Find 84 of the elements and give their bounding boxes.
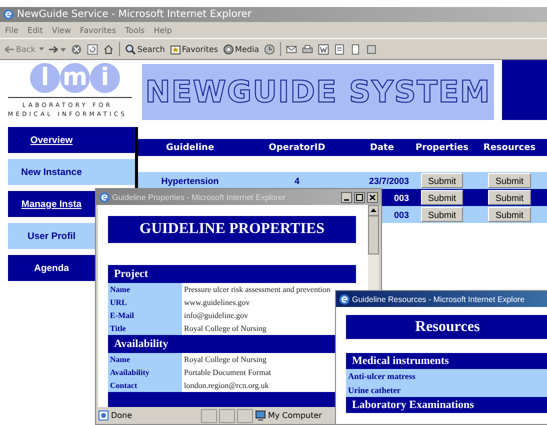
menu-item[interactable]: Help: [154, 26, 172, 34]
field-value: Pressure ulcer risk assessment and prevention: [183, 284, 330, 296]
table-cell: 23/7/2003: [368, 176, 409, 186]
nav-item[interactable]: Overview: [8, 127, 135, 153]
back-arrow-icon: [4, 44, 15, 54]
submit-button[interactable]: Submit: [488, 173, 530, 188]
submit-button[interactable]: Submit: [420, 207, 463, 222]
table-cell: 4: [294, 176, 300, 186]
search-icon: [125, 44, 136, 54]
table-cell: Hypertension: [161, 176, 219, 186]
section-header: Laboratory Examinations: [346, 397, 547, 413]
menu-item[interactable]: Favorites: [80, 26, 116, 34]
field-value: Royal College of Nursing: [183, 323, 266, 335]
status-text: Done: [111, 411, 134, 420]
page-icon[interactable]: [350, 44, 362, 54]
logo-letter: i: [90, 63, 120, 93]
maximize-button[interactable]: [354, 192, 365, 202]
column-header: OperatorID: [268, 142, 326, 152]
home-icon[interactable]: [103, 44, 114, 54]
field-value: london.region@rcn.org.uk: [183, 380, 269, 392]
field-label: Name: [108, 283, 182, 296]
column-header: Properties: [414, 142, 470, 152]
history-icon[interactable]: [264, 44, 276, 54]
table-cell: 003: [394, 210, 409, 220]
submit-button[interactable]: Submit: [488, 207, 530, 222]
column-header: Guideline: [164, 142, 216, 152]
disc-icon: [223, 44, 234, 54]
search-button[interactable]: Search: [125, 44, 165, 54]
status-panel: [219, 408, 235, 422]
field-label: Contact: [108, 379, 182, 392]
header-block: [502, 60, 547, 120]
column-header: Resources: [482, 142, 537, 152]
minimize-button[interactable]: [341, 192, 352, 202]
edit-icon[interactable]: [318, 44, 330, 54]
page-heading: Resources: [346, 315, 547, 339]
field-value: Portable Document Format: [183, 367, 272, 379]
section-header: Project: [108, 265, 356, 283]
field-label: Title: [108, 322, 182, 335]
browser-icon: [99, 192, 110, 202]
banner-title: NEWGUIDE SYSTEM: [145, 74, 491, 110]
mail-icon[interactable]: [286, 44, 298, 54]
book-icon[interactable]: [366, 44, 378, 54]
field-value: www.guidelines.gov: [183, 297, 250, 309]
menu-item[interactable]: File: [5, 26, 18, 34]
nav-item[interactable]: New Instance: [8, 159, 135, 185]
menu-item[interactable]: Edit: [27, 26, 43, 34]
logo-letter: l: [30, 63, 60, 93]
field-value: info@guideline.gov: [183, 310, 248, 322]
document-icon[interactable]: [334, 44, 346, 54]
submit-button[interactable]: Submit: [420, 173, 463, 188]
status-panel: [201, 408, 217, 422]
menu-item[interactable]: Tools: [125, 26, 145, 34]
field-label: E-Mail: [108, 309, 182, 322]
logo-letter: m: [60, 63, 90, 93]
close-button[interactable]: [367, 192, 378, 202]
status-panel: [237, 408, 253, 422]
star-folder-icon: [170, 44, 181, 54]
field-label: Availability: [108, 366, 182, 379]
print-icon[interactable]: [302, 44, 314, 54]
browser-icon: [339, 294, 350, 304]
section-header: Medical instruments: [346, 353, 547, 369]
caret-icon: [39, 47, 44, 51]
stop-icon[interactable]: [71, 44, 82, 54]
page-heading: GUIDELINE PROPERTIES: [108, 216, 356, 243]
field-label: Name: [108, 353, 182, 366]
resource-item: Urine catheter: [346, 383, 547, 397]
resource-item: Anti-ulcer matress: [346, 369, 547, 383]
forward-icon[interactable]: [49, 44, 66, 54]
zone-text: My Computer: [268, 411, 323, 420]
window-title: NewGuide Service - Microsoft Internet Explorer: [17, 9, 252, 20]
browser-icon: [3, 9, 14, 20]
field-label: URL: [108, 296, 182, 309]
submit-button[interactable]: Submit: [488, 190, 530, 205]
refresh-icon[interactable]: [87, 44, 98, 54]
page-status-icon: [98, 410, 109, 421]
media-button[interactable]: Media: [223, 44, 260, 54]
column-header: Date: [369, 142, 395, 152]
field-value: Royal College of Nursing: [183, 354, 266, 366]
computer-icon: [255, 410, 266, 421]
window-title: Guideline Resources - Microsoft Internet Explore: [352, 294, 526, 304]
table-cell: 003: [394, 192, 409, 202]
favorites-button[interactable]: Favorites: [170, 44, 218, 54]
submit-button[interactable]: Submit: [420, 190, 463, 205]
menu-item[interactable]: View: [52, 26, 71, 34]
